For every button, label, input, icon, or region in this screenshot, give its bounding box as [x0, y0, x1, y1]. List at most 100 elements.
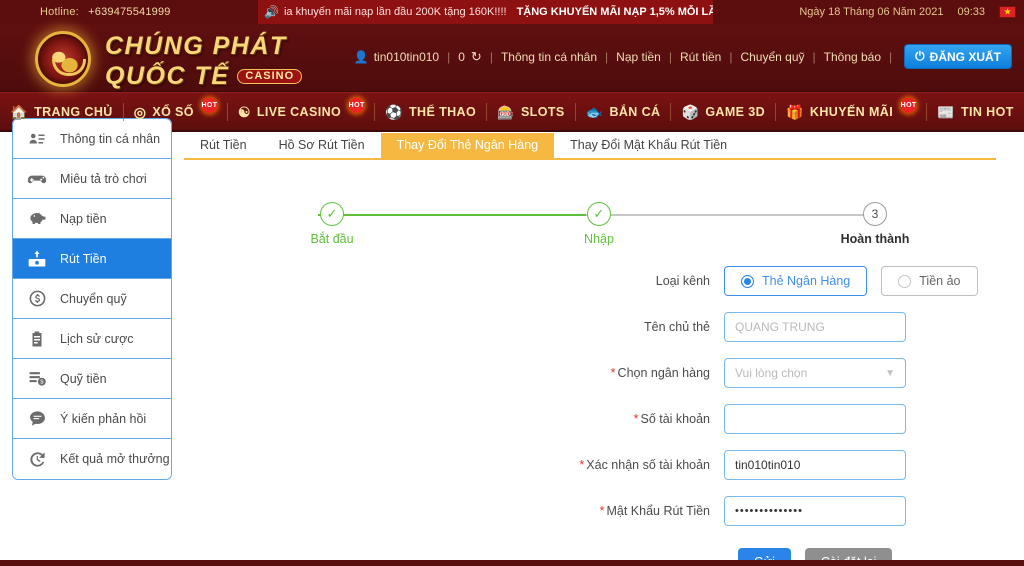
gamepad-icon [27, 169, 47, 189]
divider: | [889, 49, 893, 64]
marquee-text-2: TẶNG KHUYẾN MÃI NẠP 1,5% MỖI LẦN NẠP: [516, 6, 713, 18]
dollar-circle-icon [27, 289, 47, 309]
label-confirm-account-text: Xác nhận số tài khoản [586, 458, 710, 472]
cardholder-input[interactable]: QUANG TRUNG [724, 312, 906, 342]
label-password-text: Mật Khẩu Rút Tiền [606, 504, 710, 518]
withdraw-password-input[interactable]: •••••••••••••• [724, 496, 906, 526]
stepper-step-1: ✓ Bắt đầu [272, 202, 392, 246]
sidebar-item-label: Lịch sử cược [60, 331, 134, 346]
required-mark: * [633, 412, 639, 426]
news-icon: 📰 [937, 103, 955, 120]
label-bank-text: Chọn ngân hàng [617, 366, 710, 380]
site-header: CHÚNG PHÁT QUỐC TẾ CASINO 👤 tin010tin010… [0, 24, 1024, 92]
sidebar-item-lich-su-cuoc[interactable]: Lịch sử cược [13, 319, 171, 359]
logo-casino-badge: CASINO [237, 69, 303, 84]
nav-item-khuyen-mai[interactable]: 🎁 KHUYẾN MÃI HOT [776, 98, 926, 119]
fish-icon: 🐟 [585, 103, 604, 120]
header-link-withdraw[interactable]: Rút tiền [680, 50, 721, 64]
logout-label: ĐĂNG XUẤT [929, 49, 1001, 64]
stepper-label: Bắt đầu [310, 232, 354, 246]
tab-thay-doi-the-ngan-hang[interactable]: Thay Đổi Thẻ Ngân Hàng [380, 133, 555, 158]
sidebar-item-label: Thông tin cá nhân [60, 131, 161, 146]
hotline-number: +639475541999 [88, 6, 171, 18]
sidebar-menu: Thông tin cá nhân Miêu tả trò chơi Nạp t… [12, 118, 172, 480]
logout-button[interactable]: ⏻ ĐĂNG XUẤT [904, 44, 1012, 69]
nav-item-tin-hot[interactable]: 📰 TIN HOT [927, 105, 1024, 119]
yinyang-icon: ☯ [237, 103, 251, 120]
divider: | [447, 49, 451, 64]
svg-text:$: $ [40, 380, 43, 386]
stepper-marker: 3 [863, 202, 887, 226]
sidebar-item-y-kien-phan-hoi[interactable]: Ý kiến phản hồi [13, 399, 171, 439]
hotline-label: Hotline: [40, 6, 79, 18]
logo-line-2: QUỐC TẾ [105, 62, 230, 90]
confirm-account-input[interactable]: tin010tin010 [724, 450, 906, 480]
current-date: Ngày 18 Tháng 06 Năm 2021 [799, 6, 944, 18]
radio-dot-icon [741, 274, 754, 288]
user-icon: 👤 [353, 49, 369, 64]
sidebar-item-quy-tien[interactable]: $ Quỹ tiền [13, 359, 171, 399]
home-icon: 🏠 [10, 103, 29, 120]
sidebar-item-mieu-ta-tro-choi[interactable]: Miêu tả trò chơi [13, 159, 171, 199]
header-link-notifications[interactable]: Thông báo [824, 50, 881, 64]
nav-item-ban-ca[interactable]: 🐟 BẮN CÁ [576, 105, 671, 119]
vietnam-flag-icon[interactable] [999, 6, 1016, 18]
nav-label: KHUYẾN MÃI [809, 104, 894, 119]
hot-badge: HOT [201, 98, 217, 113]
radio-virtual-currency[interactable]: Tiền ảo [881, 266, 978, 296]
nav-item-trang-chu[interactable]: 🏠 TRANG CHỦ [0, 105, 122, 119]
header-link-deposit[interactable]: Nạp tiền [616, 50, 661, 64]
nav-item-the-thao[interactable]: ⚽ THỂ THAO [375, 105, 486, 119]
stepper-marker: ✓ [587, 202, 611, 226]
top-right-info: Ngày 18 Tháng 06 Năm 2021 09:33 [799, 0, 1016, 24]
history-clock-icon [27, 449, 47, 469]
sidebar-item-ket-qua-mo-thuong[interactable]: Kết quả mở thưởng [13, 439, 171, 479]
piggy-bank-icon [27, 209, 47, 229]
sidebar-item-nap-tien[interactable]: Nạp tiền [13, 199, 171, 239]
sidebar-item-chuyen-quy[interactable]: Chuyển quỹ [13, 279, 171, 319]
sidebar: Thông tin cá nhân Miêu tả trò chơi Nạp t… [0, 118, 178, 566]
divider: | [489, 49, 493, 64]
radio-bank-card[interactable]: Thẻ Ngân Hàng [724, 266, 868, 296]
form-row-bank: * Chọn ngân hàng Vui lòng chọn ▼ [184, 358, 1024, 388]
header-link-transfer[interactable]: Chuyển quỹ [740, 50, 804, 64]
sidebar-item-rut-tien[interactable]: Rút Tiền [13, 239, 171, 279]
account-bar: 👤 tin010tin010 | 0 ↻ | Thông tin cá nhân… [354, 44, 1012, 69]
nav-label: TIN HOT [960, 104, 1014, 119]
sidebar-item-thong-tin-ca-nhan[interactable]: Thông tin cá nhân [13, 119, 171, 159]
tab-thay-doi-mat-khau-rut-tien[interactable]: Thay Đổi Mật Khẩu Rút Tiền [554, 133, 743, 158]
nav-label: GAME 3D [705, 104, 766, 119]
label-channel: Loại kênh [655, 274, 710, 288]
tab-bar: Rút Tiền Hồ Sơ Rút Tiền Thay Đổi Thẻ Ngâ… [184, 132, 996, 160]
required-mark: * [610, 366, 616, 380]
header-link-profile[interactable]: Thông tin cá nhân [501, 50, 597, 64]
refresh-icon[interactable]: ↻ [471, 49, 482, 65]
stepper-step-2: ✓ Nhập [539, 202, 659, 246]
hot-badge: HOT [349, 98, 364, 113]
form-row-cardholder: Tên chủ thẻ QUANG TRUNG [184, 312, 1024, 342]
account-number-input[interactable] [724, 404, 906, 434]
label-cardholder: Tên chủ thẻ [643, 320, 710, 334]
chevron-down-icon: ▼ [885, 367, 895, 379]
nav-item-xo-so[interactable]: ◎ XỔ SỐ HOT [124, 98, 227, 119]
label-confirm-account: * Xác nhận số tài khoản [184, 458, 724, 472]
nav-item-game-3d[interactable]: 🎲 GAME 3D [671, 105, 775, 119]
nav-label: TRANG CHỦ [34, 104, 113, 119]
tab-ho-so-rut-tien[interactable]: Hồ Sơ Rút Tiền [263, 133, 381, 158]
soccer-ball-icon: ⚽ [385, 103, 403, 120]
current-time: 09:33 [957, 6, 985, 18]
site-logo[interactable]: CHÚNG PHÁT QUỐC TẾ CASINO [35, 28, 303, 90]
account-username[interactable]: tin010tin010 [374, 50, 439, 64]
power-icon: ⏻ [915, 49, 925, 63]
marquee-banner: 🔊 ia khuyến mãi nạp lần đầu 200K tặng 16… [258, 0, 713, 24]
content-area: Rút Tiền Hồ Sơ Rút Tiền Thay Đổi Thẻ Ngâ… [178, 132, 1024, 566]
required-mark: * [579, 458, 585, 472]
nav-item-slots[interactable]: 🎰 SLOTS [487, 105, 575, 119]
tab-rut-tien[interactable]: Rút Tiền [184, 133, 263, 158]
nav-item-live-casino[interactable]: ☯ LIVE CASINO HOT [228, 98, 374, 120]
bank-select[interactable]: Vui lòng chọn ▼ [724, 358, 906, 388]
form-row-confirm-account: * Xác nhận số tài khoản tin010tin010 [184, 450, 1024, 480]
chat-bubble-icon [27, 409, 47, 429]
account-balance: 0 [458, 49, 465, 64]
stepper-step-3: 3 Hoàn thành [815, 202, 935, 246]
